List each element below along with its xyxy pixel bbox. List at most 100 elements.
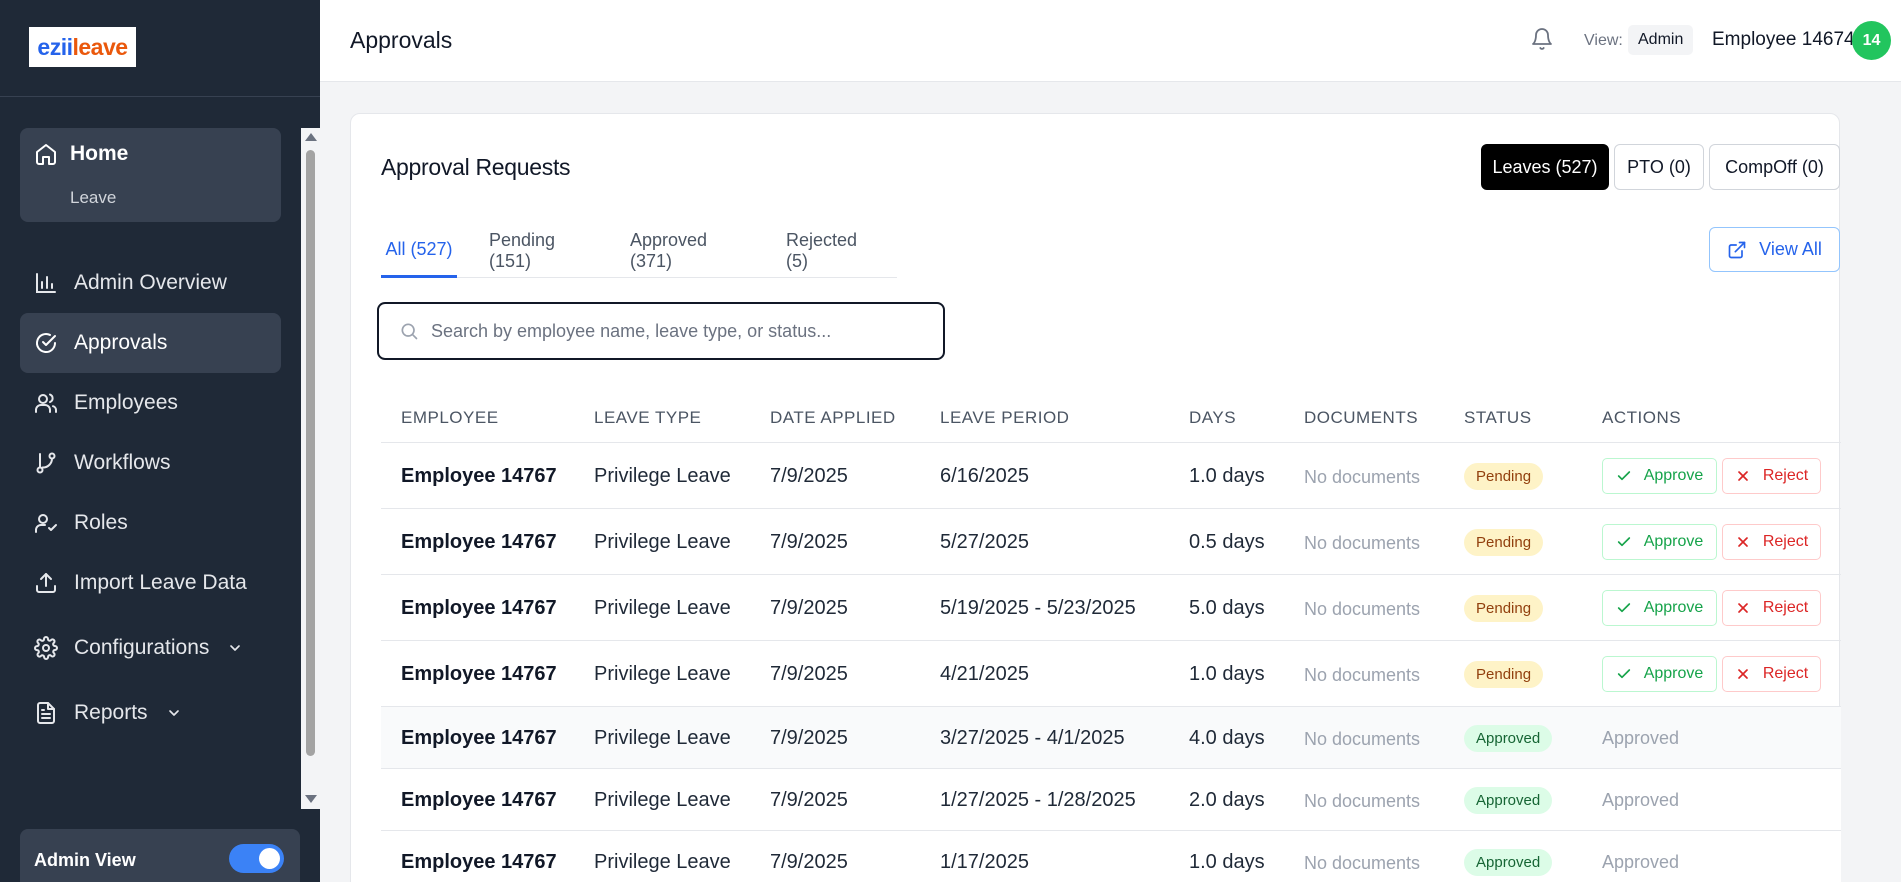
leave-type-cell: Privilege Leave <box>594 597 731 619</box>
sidebar-item-import-leave-data[interactable]: Import Leave Data <box>20 553 281 613</box>
bell-icon[interactable] <box>1530 27 1554 56</box>
status-badge: Pending <box>1464 529 1544 556</box>
sidebar-item-workflows[interactable]: Workflows <box>20 433 281 493</box>
approve-label: Approve <box>1643 599 1704 616</box>
view-all-label: View All <box>1759 239 1822 259</box>
column-header-actions: ACTIONS <box>1602 408 1682 427</box>
approve-button[interactable]: Approve <box>1602 524 1717 560</box>
days-cell: 4.0 days <box>1189 727 1265 749</box>
column-header-documents: DOCUMENTS <box>1304 408 1419 427</box>
employee-cell[interactable]: Employee 14767 <box>401 465 557 488</box>
days-cell: 2.0 days <box>1189 789 1265 811</box>
sidebar-item-label: Home <box>70 142 129 165</box>
reject-label: Reject <box>1762 533 1809 550</box>
sidebar-item-home[interactable]: Home Leave <box>20 128 281 222</box>
gear-icon <box>34 636 58 660</box>
employee-cell[interactable]: Employee 14767 <box>401 597 557 620</box>
approve-label: Approve <box>1643 533 1704 550</box>
chevron-down-icon <box>166 705 182 721</box>
compoff-type-button[interactable]: CompOff (0) <box>1709 144 1840 190</box>
scroll-down-arrow-icon[interactable] <box>305 795 317 803</box>
date-applied-cell: 7/9/2025 <box>770 465 848 487</box>
leave-type-cell: Privilege Leave <box>594 789 731 811</box>
scroll-up-arrow-icon[interactable] <box>305 133 317 141</box>
sidebar-item-admin-overview[interactable]: Admin Overview <box>20 253 281 313</box>
logo[interactable]: ezii leave <box>29 27 136 67</box>
search-input[interactable] <box>431 320 911 342</box>
employee-cell[interactable]: Employee 14767 <box>401 727 557 750</box>
reject-button[interactable]: Reject <box>1722 656 1821 692</box>
employee-cell[interactable]: Employee 14767 <box>401 531 557 554</box>
reject-button[interactable]: Reject <box>1722 524 1821 560</box>
sidebar-item-reports[interactable]: Reports <box>20 683 281 743</box>
external-link-icon <box>1727 240 1747 260</box>
sidebar-item-approvals[interactable]: Approvals <box>20 313 281 373</box>
sidebar-item-label: Roles <box>74 511 128 534</box>
leave-type-cell: Privilege Leave <box>594 727 731 749</box>
documents-cell: No documents <box>1304 467 1421 487</box>
home-icon <box>34 142 58 166</box>
sidebar-subitem-leave[interactable]: Leave <box>70 188 116 208</box>
scrollbar-thumb[interactable] <box>306 150 315 756</box>
leaves-type-button[interactable]: Leaves (527) <box>1481 144 1609 190</box>
avatar[interactable]: 14 <box>1852 21 1891 60</box>
user-name[interactable]: Employee 14674 <box>1712 29 1855 51</box>
view-role-badge[interactable]: Admin <box>1628 25 1694 55</box>
sidebar-item-label: Employees <box>74 391 178 414</box>
approve-button[interactable]: Approve <box>1602 590 1717 626</box>
date-applied-cell: 7/9/2025 <box>770 727 848 749</box>
column-header-days: DAYS <box>1189 408 1237 427</box>
sidebar-item-roles[interactable]: Roles <box>20 493 281 553</box>
check-circle-icon <box>34 331 58 355</box>
sidebar-item-label: Approvals <box>74 331 168 354</box>
reject-button[interactable]: Reject <box>1722 458 1821 494</box>
leave-period-cell: 6/16/2025 <box>940 465 1029 487</box>
sidebar-item-configurations[interactable]: Configurations <box>20 618 281 678</box>
leave-period-cell: 5/27/2025 <box>940 531 1029 553</box>
leave-type-cell: Privilege Leave <box>594 663 731 685</box>
approve-button[interactable]: Approve <box>1602 656 1717 692</box>
sidebar-item-label: Admin Overview <box>74 271 227 294</box>
tab-approved[interactable]: Approved (371) <box>630 224 752 278</box>
sidebar-item-label: Workflows <box>74 451 171 474</box>
status-badge: Pending <box>1464 595 1544 622</box>
sidebar-item-employees[interactable]: Employees <box>20 373 281 433</box>
tab-all[interactable]: All (527) <box>381 224 457 278</box>
action-status-text: Approved <box>1602 790 1680 810</box>
date-applied-cell: 7/9/2025 <box>770 597 848 619</box>
sidebar-scrollbar[interactable] <box>301 128 320 809</box>
reject-button[interactable]: Reject <box>1722 590 1821 626</box>
close-icon <box>1735 600 1751 616</box>
sidebar-item-label: Import Leave Data <box>74 571 247 594</box>
days-cell: 1.0 days <box>1189 851 1265 873</box>
pto-type-button[interactable]: PTO (0) <box>1614 144 1704 190</box>
approval-requests-card: Approval Requests Leaves (527) PTO (0) C… <box>350 113 1841 882</box>
approve-label: Approve <box>1643 665 1704 682</box>
column-header-employee: EMPLOYEE <box>401 408 499 427</box>
employee-cell[interactable]: Employee 14767 <box>401 851 557 874</box>
logo-text-leave: leave <box>72 33 129 60</box>
close-icon <box>1735 468 1751 484</box>
documents-cell: No documents <box>1304 729 1421 749</box>
admin-view-label: Admin View <box>34 850 136 870</box>
employee-cell[interactable]: Employee 14767 <box>401 789 557 812</box>
documents-cell: No documents <box>1304 533 1421 553</box>
tab-pending[interactable]: Pending (151) <box>489 224 599 278</box>
view-all-button[interactable]: View All <box>1709 227 1840 272</box>
table-row: Employee 14767 Privilege Leave 7/9/2025 … <box>381 509 1841 575</box>
git-branch-icon <box>34 451 58 475</box>
admin-view-toggle[interactable] <box>229 844 284 873</box>
date-applied-cell: 7/9/2025 <box>770 663 848 685</box>
chevron-down-icon <box>227 640 243 656</box>
approve-button[interactable]: Approve <box>1602 458 1717 494</box>
tab-rejected[interactable]: Rejected (5) <box>786 224 884 278</box>
employee-cell[interactable]: Employee 14767 <box>401 663 557 686</box>
sidebar-nav: Home Leave Admin Overview Approvals Empl… <box>0 97 301 809</box>
table-row: Employee 14767 Privilege Leave 7/9/2025 … <box>381 443 1841 509</box>
close-icon <box>1735 534 1751 550</box>
table-header: EMPLOYEE LEAVE TYPE DATE APPLIED LEAVE P… <box>381 384 1841 443</box>
file-text-icon <box>34 701 58 725</box>
bar-chart-icon <box>34 271 58 295</box>
top-header: Approvals View: Admin Employee 14674 14 <box>320 0 1901 82</box>
date-applied-cell: 7/9/2025 <box>770 789 848 811</box>
